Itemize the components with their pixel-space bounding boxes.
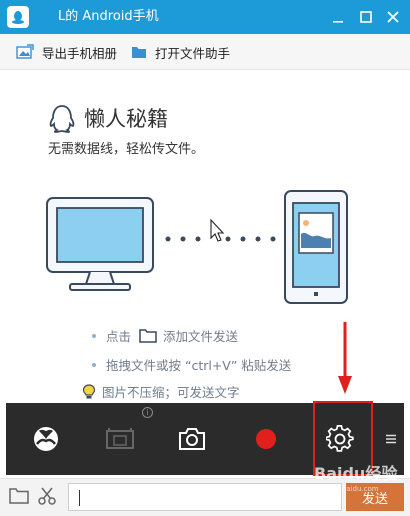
tip-image-text: 图片不压缩；可发送文字	[102, 385, 240, 400]
window-title: L的 Android手机	[58, 9, 159, 24]
tip-image: 图片不压缩；可发送文字	[82, 382, 240, 401]
text-cursor	[79, 490, 80, 506]
close-icon	[387, 11, 399, 23]
maximize-button[interactable]	[355, 6, 377, 28]
xbox-button[interactable]	[28, 403, 64, 475]
hero-heading: 懒人秘籍	[48, 104, 168, 134]
phone-icon	[284, 190, 348, 304]
minimize-button[interactable]	[327, 6, 349, 28]
open-file-assistant-label: 打开文件助手	[155, 45, 231, 61]
record-button[interactable]	[248, 403, 284, 475]
screenshot-button[interactable]	[174, 403, 210, 475]
qq-penguin-icon	[49, 105, 75, 133]
open-file-assistant-button[interactable]: 打开文件助手	[131, 34, 230, 70]
baidu-watermark: Baidu经验 jingyan.baidu.com	[314, 460, 397, 493]
pc-to-phone-illustration	[46, 190, 348, 304]
watermark-text: Baidu经验	[314, 464, 398, 483]
xbox-icon	[34, 427, 58, 451]
message-input[interactable]	[68, 483, 342, 511]
computer-icon	[46, 197, 154, 291]
photo-export-icon	[16, 44, 34, 59]
title-bar: L的 Android手机	[0, 0, 410, 34]
export-album-button[interactable]: 导出手机相册	[16, 34, 117, 70]
watermark-sub: jingyan.baidu.com	[314, 485, 379, 493]
camera-icon	[179, 428, 205, 450]
bullet	[92, 362, 96, 367]
folder-icon	[132, 47, 146, 58]
hero-subtitle: 无需数据线，轻松传文件。	[48, 142, 205, 157]
info-icon[interactable]: i	[142, 407, 153, 418]
toolbar: 导出手机相册 打开文件助手	[0, 34, 410, 70]
close-button[interactable]	[382, 6, 404, 28]
folder-outline-icon[interactable]	[139, 328, 157, 343]
maximize-icon	[360, 11, 372, 23]
red-arrow-annotation	[338, 322, 352, 394]
hero-title: 懒人秘籍	[84, 107, 168, 131]
minimize-icon	[333, 21, 343, 23]
tip-add-file: 点击 添加文件发送	[88, 326, 238, 345]
record-icon	[256, 429, 276, 449]
tip-drag-text: 拖拽文件或按 “ctrl+V” 粘贴发送	[106, 358, 292, 373]
tip-drag-paste: 拖拽文件或按 “ctrl+V” 粘贴发送	[88, 355, 291, 374]
screen-mirror-button[interactable]	[102, 403, 138, 475]
export-album-label: 导出手机相册	[42, 45, 118, 61]
mouse-cursor-icon	[210, 218, 225, 242]
folder-icon[interactable]	[9, 487, 29, 505]
screen-mirror-icon	[106, 428, 134, 449]
app-logo-icon	[7, 6, 29, 28]
tip-add-suffix: 添加文件发送	[163, 329, 239, 344]
lightbulb-icon	[82, 383, 96, 398]
tip-add-prefix: 点击	[106, 329, 132, 344]
bullet	[92, 333, 96, 338]
scissors-icon[interactable]	[38, 487, 56, 505]
menu-icon	[386, 434, 396, 444]
